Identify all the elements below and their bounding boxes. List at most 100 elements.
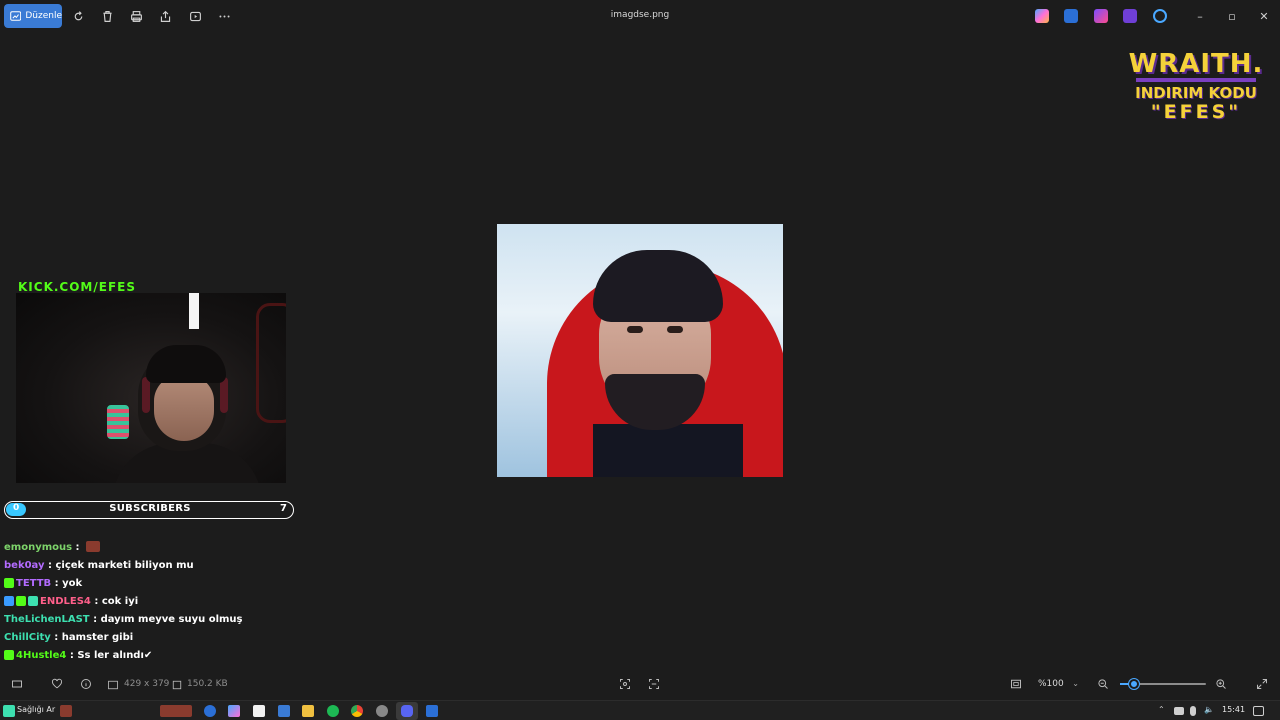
- subscriber-goal-bar: 0 SUBSCRIBERS 7: [4, 501, 294, 519]
- notifications-icon[interactable]: [1253, 706, 1264, 716]
- fit-to-window-icon[interactable]: [1009, 677, 1023, 691]
- chat-message: TheLichenLAST : dayım meyve suyu olmuş: [4, 613, 304, 631]
- chat-text: yok: [62, 578, 83, 589]
- widget-icon[interactable]: [3, 705, 15, 717]
- maximize-icon[interactable]: ▫: [1224, 8, 1240, 24]
- windows-taskbar: Sağlığı Ar ⌃ 🔈 15:41: [0, 700, 1280, 720]
- outlook-icon[interactable]: [278, 705, 290, 717]
- chat-text: cok iyi: [101, 596, 139, 607]
- fullscreen-icon[interactable]: [1255, 677, 1269, 691]
- image-dimensions: 429 x 379: [124, 679, 170, 689]
- chat-username: 4Hustle4: [16, 650, 67, 661]
- edit-button[interactable]: Düzenle: [4, 4, 62, 28]
- share-icon[interactable]: [157, 8, 173, 24]
- zoom-level-value: %100: [1038, 679, 1064, 689]
- subscriber-goal: 7: [280, 503, 287, 514]
- chevron-up-icon[interactable]: ⌃: [1158, 705, 1165, 714]
- chat-username: TETTB: [16, 578, 52, 589]
- chat-message: 4Hustle4 : Ss ler alındı✔: [4, 649, 304, 667]
- chevron-down-icon: ⌄: [1072, 679, 1079, 688]
- photos-taskbar-icon[interactable]: [426, 705, 438, 717]
- copilot-icon[interactable]: [1035, 9, 1049, 23]
- file-explorer-icon[interactable]: [302, 705, 314, 717]
- eye-left: [627, 326, 643, 333]
- info-icon[interactable]: [79, 677, 93, 691]
- edge-browser-icon[interactable]: [204, 705, 216, 717]
- zoom-in-icon[interactable]: [1214, 677, 1228, 691]
- chat-emote-icon: [86, 541, 101, 552]
- onedrive-icon[interactable]: [1153, 9, 1167, 23]
- photos-app-window: Düzenle imagdse.png – ▫ ✕ WRAITH. INDIRI…: [0, 0, 1280, 720]
- store-icon[interactable]: [253, 705, 265, 717]
- chrome-icon[interactable]: [351, 705, 363, 717]
- chat-username: TheLichenLAST: [4, 614, 90, 625]
- network-icon[interactable]: [1174, 707, 1184, 715]
- volume-icon[interactable]: 🔈: [1204, 705, 1214, 714]
- favorite-icon[interactable]: [50, 677, 64, 691]
- chat-message: ChillCity : hamster gibi: [4, 631, 304, 649]
- led-tube: [107, 405, 129, 439]
- discount-code: "EFES": [1150, 101, 1242, 123]
- chat-username: ChillCity: [4, 632, 51, 643]
- chat-separator: :: [72, 542, 84, 553]
- dimensions-icon: [106, 678, 120, 692]
- chat-text: Ss ler alındı✔: [77, 650, 153, 661]
- crop-select-icon[interactable]: [618, 677, 632, 691]
- chat-separator: :: [89, 614, 101, 625]
- streamer-face: [154, 375, 214, 441]
- top-toolbar: Düzenle imagdse.png – ▫ ✕: [0, 0, 1280, 32]
- headphone-left: [142, 377, 150, 413]
- chat-username: emonymous: [4, 542, 73, 553]
- print-icon[interactable]: [128, 8, 144, 24]
- search-highlight-image[interactable]: [160, 705, 192, 717]
- file-size-icon: [170, 678, 184, 692]
- chat-message: ENDLES4 : cok iyi: [4, 595, 304, 613]
- chat-message: bek0ay : çiçek marketi biliyon mu: [4, 559, 304, 577]
- spotify-icon[interactable]: [327, 705, 339, 717]
- discount-label: INDIRIM KODU: [1135, 84, 1257, 102]
- editor-app-icon[interactable]: [1064, 9, 1078, 23]
- taskbar-app-label[interactable]: Sağlığı Ar: [17, 705, 55, 714]
- sponsor-brand: WRAITH.: [1128, 49, 1264, 79]
- ring-light: [189, 293, 199, 329]
- webcam-feed: [16, 293, 286, 483]
- edit-image-icon: [10, 11, 22, 21]
- delete-icon[interactable]: [99, 8, 115, 24]
- designer-icon[interactable]: [1094, 9, 1108, 23]
- copilot-taskbar-icon[interactable]: [228, 705, 240, 717]
- gaming-chair: [256, 303, 286, 423]
- more-options-icon[interactable]: [216, 8, 232, 24]
- chat-message: emonymous :: [4, 541, 304, 559]
- rotate-icon[interactable]: [70, 8, 86, 24]
- sponsor-overlay: WRAITH. INDIRIM KODU "EFES": [1128, 50, 1264, 122]
- dark-shirt: [593, 424, 743, 477]
- chat-badge-icon: [4, 596, 14, 606]
- minimize-icon[interactable]: –: [1192, 8, 1208, 24]
- slideshow-icon[interactable]: [187, 8, 203, 24]
- close-icon[interactable]: ✕: [1256, 8, 1272, 24]
- zoom-level-dropdown[interactable]: %100 ⌄: [1031, 675, 1085, 693]
- chat-username: ENDLES4: [40, 596, 91, 607]
- chat-badge-icon: [4, 650, 14, 660]
- clipchamp-icon[interactable]: [1123, 9, 1137, 23]
- chat-text: dayım meyve suyu olmuş: [100, 614, 243, 625]
- filmstrip-icon[interactable]: [10, 677, 24, 691]
- zoom-out-icon[interactable]: [1096, 677, 1110, 691]
- chat-separator: :: [51, 578, 63, 589]
- kick-channel-url: KICK.COM/EFES: [18, 280, 136, 294]
- chat-text: hamster gibi: [61, 632, 134, 643]
- clock-time[interactable]: 15:41: [1222, 705, 1245, 714]
- subscriber-label: SUBSCRIBERS: [109, 503, 191, 514]
- file-size: 150.2 KB: [187, 679, 228, 689]
- discord-icon[interactable]: [401, 705, 413, 717]
- microphone-icon[interactable]: [1190, 706, 1196, 716]
- visual-search-icon[interactable]: [647, 677, 661, 691]
- chat-badge-icon: [28, 596, 38, 606]
- chat-badge-icon: [16, 596, 26, 606]
- edit-button-label: Düzenle: [25, 11, 62, 21]
- zoom-slider-thumb[interactable]: [1128, 679, 1139, 689]
- settings-icon[interactable]: [376, 705, 388, 717]
- chat-separator: :: [66, 650, 78, 661]
- viewer-status-bar: 429 x 379 150.2 KB: [0, 668, 1280, 700]
- news-thumbnail-icon[interactable]: [60, 705, 72, 717]
